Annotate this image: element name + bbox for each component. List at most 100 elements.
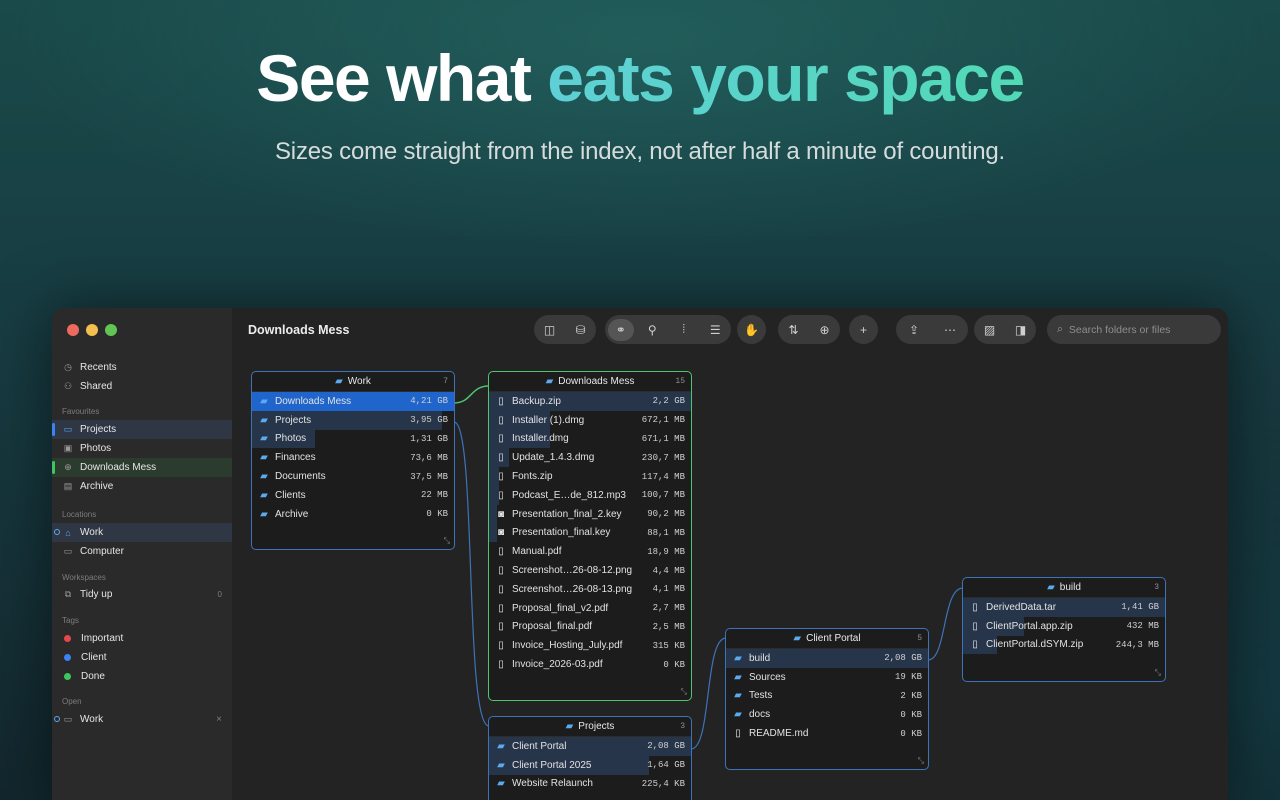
panel-client-portal[interactable]: ▰ Client Portal 5 ▰ build 2,08 GB ▰ Sources 19 K… xyxy=(725,628,929,770)
item-name: ClientPortal.app.zip xyxy=(986,620,1073,632)
folder-icon: ▰ xyxy=(260,471,268,483)
panel-header[interactable]: ▰ Work 7 xyxy=(252,372,454,392)
list-item[interactable]: ▰ Client Portal 2,08 GB xyxy=(489,737,691,756)
item-size: 0 KB xyxy=(663,659,685,670)
file-icon: ▯ xyxy=(498,433,504,445)
item-size: 4,21 GB xyxy=(410,396,448,407)
list-item[interactable]: ▰ docs 0 KB xyxy=(726,705,928,724)
list-item[interactable]: ▰ Downloads Mess 4,21 GB xyxy=(252,392,454,411)
list-item[interactable]: ◙ Presentation_final_2.key 90,2 MB xyxy=(489,504,691,524)
folder-icon: ▰ xyxy=(260,489,268,501)
list-item[interactable]: ▰ Sources 19 KB xyxy=(726,668,928,687)
item-name: Clients xyxy=(275,489,306,501)
panel-downloads-mess[interactable]: ▰ Downloads Mess 15 ▯ Backup.zip 2,2 GB ▯ Insta… xyxy=(488,371,692,701)
resize-handle-icon[interactable]: ⤡ xyxy=(681,687,687,697)
list-item[interactable]: ◙ Presentation_final.key 88,1 MB xyxy=(489,523,691,543)
item-size: 90,2 MB xyxy=(647,509,685,520)
item-size: 2,7 MB xyxy=(652,603,685,614)
list-item[interactable]: ▯ ClientPortal.dSYM.zip 244,3 MB xyxy=(963,635,1165,655)
resize-handle-icon[interactable]: ⤡ xyxy=(1155,668,1161,678)
panel-work[interactable]: ▰ Work 7 ▰ Downloads Mess 4,21 GB ▰ Projects 3,9… xyxy=(251,371,455,550)
item-size: 0 KB xyxy=(900,728,922,739)
item-count: 3 xyxy=(1154,583,1159,592)
folder-icon: ▰ xyxy=(497,759,505,771)
resize-handle-icon[interactable]: ⤡ xyxy=(444,536,450,546)
list-item[interactable]: ▰ Finances 73,6 MB xyxy=(252,448,454,467)
list-item[interactable]: ▰ Clients 22 MB xyxy=(252,486,454,505)
list-item[interactable]: ▯ Invoice_2026-03.pdf 0 KB xyxy=(489,655,691,674)
list-item[interactable]: ▰ Website Relaunch 225,4 KB xyxy=(489,775,691,794)
panel-header[interactable]: ▰ Projects 3 xyxy=(489,717,691,737)
list-item[interactable]: ▯ Podcast_E…de_812.mp3 100,7 MB xyxy=(489,485,691,505)
list-item[interactable]: ▯ README.md 0 KB xyxy=(726,724,928,743)
list-item[interactable]: ▰ Projects 3,95 GB xyxy=(252,410,454,430)
item-size: 1,64 GB xyxy=(647,760,685,771)
resize-handle-icon[interactable]: ⤡ xyxy=(918,756,924,766)
list-item[interactable]: ▯ Screenshot…26-08-13.png 4,1 MB xyxy=(489,580,691,599)
keynote-file-icon: ◙ xyxy=(497,527,505,539)
list-item[interactable]: ▯ Fonts.zip 117,4 MB xyxy=(489,467,691,486)
list-item[interactable]: ▯ Proposal_final.pdf 2,5 MB xyxy=(489,618,691,637)
list-item[interactable]: ▯ Manual.pdf 18,9 MB xyxy=(489,542,691,561)
item-name: Website Relaunch xyxy=(512,778,593,790)
list-item[interactable]: ▰ Photos 1,31 GB xyxy=(252,429,454,449)
panel-projects[interactable]: ▰ Projects 3 ▰ Client Portal 2,08 GB ▰ Client P… xyxy=(488,716,692,800)
item-name: ClientPortal.dSYM.zip xyxy=(986,639,1084,651)
item-name: Presentation_final.key xyxy=(512,527,611,539)
item-name: Backup.zip xyxy=(512,395,561,407)
item-count: 7 xyxy=(443,377,448,386)
list-item[interactable]: ▯ Backup.zip 2,2 GB xyxy=(489,392,691,411)
item-size: 2 KB xyxy=(900,690,922,701)
file-icon: ▯ xyxy=(498,489,504,501)
item-name: Finances xyxy=(275,452,316,464)
item-size: 3,95 GB xyxy=(410,415,448,426)
item-size: 22 MB xyxy=(420,490,448,501)
list-item[interactable]: ▰ build 2,08 GB xyxy=(726,649,928,668)
list-item[interactable]: ▯ Installer.dmg 671,1 MB xyxy=(489,429,691,449)
item-size: 73,6 MB xyxy=(410,452,448,463)
file-icon: ▯ xyxy=(498,659,504,671)
item-name: Documents xyxy=(275,471,326,483)
link-work-projects xyxy=(453,421,490,727)
panel-header[interactable]: ▰ Client Portal 5 xyxy=(726,629,928,649)
file-icon: ▯ xyxy=(498,621,504,633)
folder-icon: ▰ xyxy=(793,633,802,644)
list-item[interactable]: ▰ Documents 37,5 MB xyxy=(252,467,454,486)
list-item[interactable]: ▯ Proposal_final_v2.pdf 2,7 MB xyxy=(489,599,691,618)
list-item[interactable]: ▯ Invoice_Hosting_July.pdf 315 KB xyxy=(489,636,691,655)
panel-header[interactable]: ▰ build 3 xyxy=(963,578,1165,598)
file-icon: ▯ xyxy=(498,471,504,483)
list-item[interactable]: ▰ Archive 0 KB xyxy=(252,505,454,524)
folder-icon: ▰ xyxy=(260,395,268,407)
item-size: 0 KB xyxy=(426,509,448,520)
item-name: Manual.pdf xyxy=(512,546,562,558)
item-name: Proposal_final_v2.pdf xyxy=(512,602,609,614)
item-name: Invoice_Hosting_July.pdf xyxy=(512,640,623,652)
list-item[interactable]: ▰ Tests 2 KB xyxy=(726,687,928,706)
list-item[interactable]: ▯ Installer (1).dmg 672,1 MB xyxy=(489,410,691,430)
item-size: 88,1 MB xyxy=(647,527,685,538)
panel-title: Downloads Mess xyxy=(558,376,635,387)
item-name: Downloads Mess xyxy=(275,395,352,407)
item-name: build xyxy=(749,652,771,664)
panel-title: Client Portal xyxy=(806,633,861,644)
item-size: 1,41 GB xyxy=(1121,602,1159,613)
item-size: 244,3 MB xyxy=(1115,639,1159,650)
keynote-file-icon: ◙ xyxy=(497,508,505,520)
list-item[interactable]: ▯ Update_1.4.3.dmg 230,7 MB xyxy=(489,448,691,468)
item-size: 117,4 MB xyxy=(641,471,685,482)
file-icon: ▯ xyxy=(498,583,504,595)
panel-build[interactable]: ▰ build 3 ▯ DerivedData.tar 1,41 GB ▯ ClientPor… xyxy=(962,577,1166,682)
item-count: 3 xyxy=(680,722,685,731)
file-icon: ▯ xyxy=(972,620,978,632)
item-name: Podcast_E…de_812.mp3 xyxy=(512,489,626,501)
link-clientportal-build xyxy=(927,587,964,661)
list-item[interactable]: ▯ Screenshot…26-08-12.png 4,4 MB xyxy=(489,561,691,580)
item-name: Update_1.4.3.dmg xyxy=(512,452,595,464)
item-name: Installer (1).dmg xyxy=(512,414,585,426)
list-item[interactable]: ▰ Client Portal 2025 1,64 GB xyxy=(489,755,691,775)
list-item[interactable]: ▯ ClientPortal.app.zip 432 MB xyxy=(963,616,1165,636)
list-item[interactable]: ▯ DerivedData.tar 1,41 GB xyxy=(963,598,1165,617)
panel-header[interactable]: ▰ Downloads Mess 15 xyxy=(489,372,691,392)
folder-icon: ▰ xyxy=(497,778,505,790)
